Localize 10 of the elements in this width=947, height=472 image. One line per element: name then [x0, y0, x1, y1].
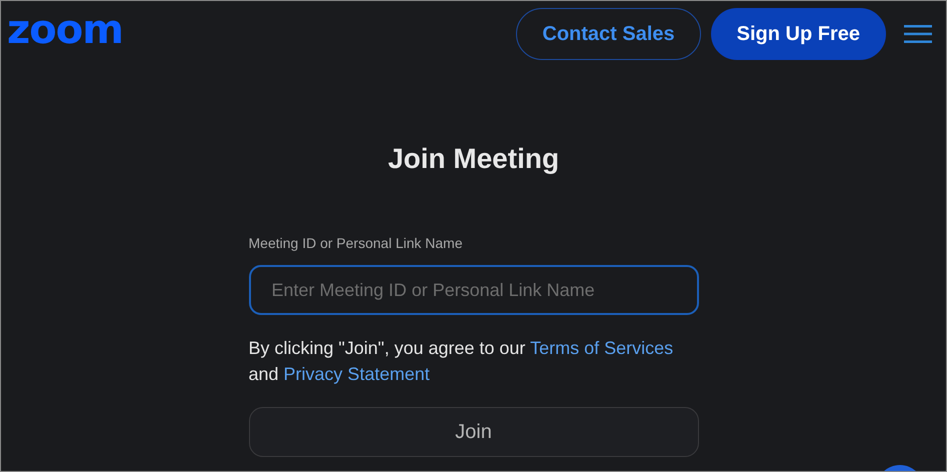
sign-up-button[interactable]: Sign Up Free [710, 8, 886, 60]
page-title: Join Meeting [386, 143, 560, 175]
menu-icon[interactable] [904, 24, 932, 44]
privacy-link[interactable]: Privacy Statement [284, 364, 430, 384]
contact-sales-button[interactable]: Contact Sales [516, 8, 701, 60]
zoom-logo[interactable]: zoom [7, 10, 123, 50]
meeting-id-field[interactable]: Enter Meeting ID or Personal Link Name [248, 265, 698, 315]
consent-text: By clicking "Join", you agree to our Terms of Services and Privacy Statement [248, 337, 674, 386]
terms-link[interactable]: Terms of Services [530, 338, 674, 358]
field-label: Meeting ID or Personal Link Name [248, 235, 464, 251]
